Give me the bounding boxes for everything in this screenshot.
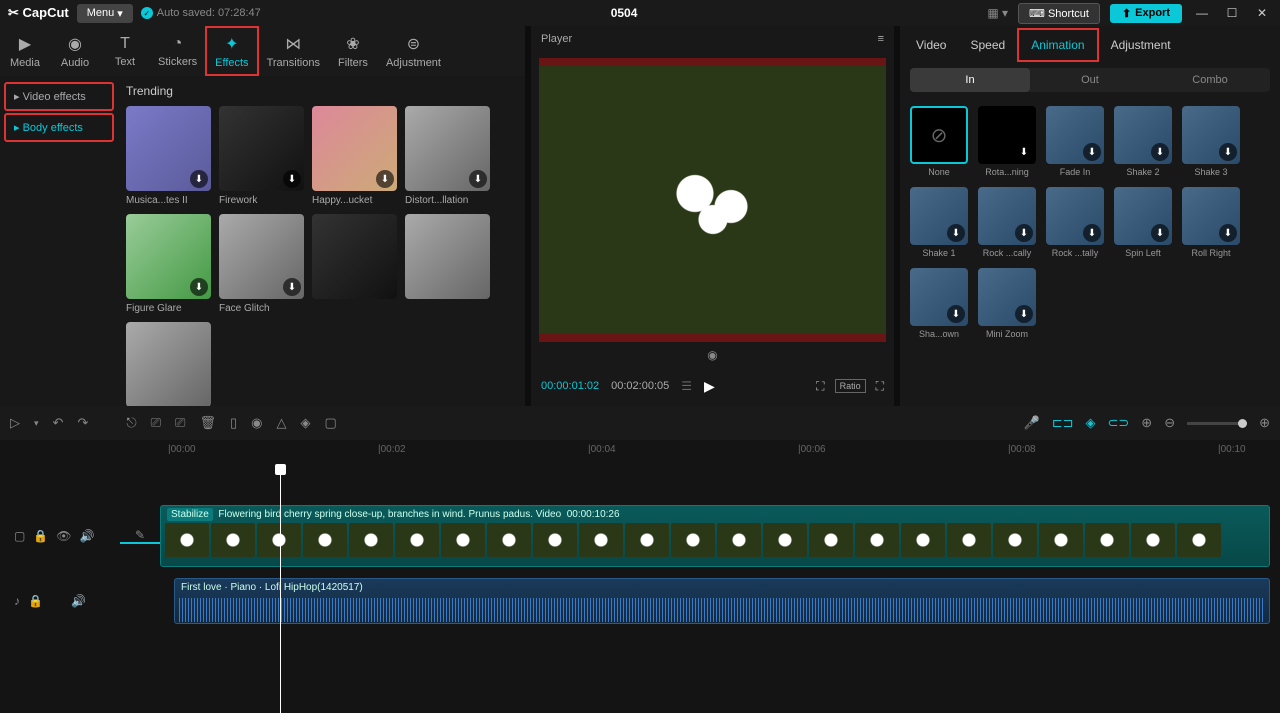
audio-clip[interactable]: First love · Piano · Lofi HipHop(1420517…: [174, 578, 1270, 624]
track-lock-icon[interactable]: 🔒: [33, 529, 48, 543]
anim-item[interactable]: ⬇Rock ...tally: [1046, 187, 1104, 258]
anim-item[interactable]: ⬇Fade In: [1046, 106, 1104, 177]
tab-filters[interactable]: ❀Filters: [328, 26, 378, 76]
track-audio-icon[interactable]: ♪: [14, 594, 20, 608]
anim-item[interactable]: ⬇Sha...own: [910, 268, 968, 339]
close-button[interactable]: ✕: [1252, 6, 1272, 20]
anim-item[interactable]: ⬇Roll Right: [1182, 187, 1240, 258]
scale-icon[interactable]: ⛶: [816, 379, 824, 394]
anim-item[interactable]: ⬇Mini Zoom: [978, 268, 1036, 339]
minimize-button[interactable]: —: [1192, 6, 1212, 20]
anim-item[interactable]: ⬇Rota...ning: [978, 106, 1036, 177]
anim-item[interactable]: ⬇Rock ...cally: [978, 187, 1036, 258]
tool-button[interactable]: ▯: [230, 415, 237, 431]
export-button[interactable]: ⬆ Export: [1110, 4, 1182, 23]
effect-item[interactable]: [312, 214, 397, 314]
duration: 00:02:00:05: [611, 380, 669, 392]
select-tool[interactable]: ▷: [10, 415, 20, 431]
subtab-out[interactable]: Out: [1030, 68, 1150, 92]
zoom-in-button[interactable]: ⊕: [1259, 415, 1270, 431]
subtab-in[interactable]: In: [910, 68, 1030, 92]
track-mute-icon[interactable]: 🔊: [80, 529, 95, 543]
app-logo: ✂ CapCut: [8, 5, 69, 21]
shortcut-button[interactable]: ⌨ Shortcut: [1018, 3, 1100, 24]
effect-item[interactable]: ⬇Musica...tes II: [126, 106, 211, 206]
video-clip[interactable]: Stabilize Flowering bird cherry spring c…: [160, 505, 1270, 567]
tab-stickers[interactable]: ◔Stickers: [150, 26, 205, 76]
download-icon[interactable]: ⬇: [283, 170, 301, 188]
track-mute-icon[interactable]: 🔊: [71, 594, 86, 608]
record-icon[interactable]: ◉: [707, 348, 717, 362]
autosave-status: ✓Auto saved: 07:28:47: [141, 7, 261, 19]
anim-item[interactable]: ⬇Shake 3: [1182, 106, 1240, 177]
effect-item[interactable]: [405, 214, 490, 314]
sidebar-body-effects[interactable]: ▸ Body effects: [4, 113, 114, 142]
delete-button[interactable]: 🗑: [199, 415, 216, 431]
tab-transitions[interactable]: ⋈Transitions: [259, 26, 328, 76]
zoom-slider[interactable]: [1187, 422, 1247, 425]
rtab-speed[interactable]: Speed: [958, 30, 1017, 60]
timeline-ruler[interactable]: |00:00 |00:02 |00:04 |00:06 |00:08 |00:1…: [0, 440, 1280, 464]
magnet-icon[interactable]: ◈: [1085, 415, 1095, 431]
mirror-button[interactable]: △: [276, 415, 286, 431]
effect-item[interactable]: ⬇Firework: [219, 106, 304, 206]
download-icon[interactable]: ⬇: [190, 278, 208, 296]
tab-text[interactable]: TText: [100, 26, 150, 76]
redo-button[interactable]: ↷: [77, 415, 88, 431]
section-trending: Trending: [126, 84, 517, 98]
tab-audio[interactable]: ◉Audio: [50, 26, 100, 76]
rtab-adjustment[interactable]: Adjustment: [1099, 30, 1183, 60]
subtab-combo[interactable]: Combo: [1150, 68, 1270, 92]
video-preview[interactable]: [539, 58, 886, 342]
project-title: 0504: [269, 6, 980, 20]
maximize-button[interactable]: ☐: [1222, 6, 1242, 20]
anim-item[interactable]: ⬇Shake 2: [1114, 106, 1172, 177]
download-icon[interactable]: ⬇: [376, 170, 394, 188]
anim-none[interactable]: ⊘None: [910, 106, 968, 177]
current-time: 00:00:01:02: [541, 380, 599, 392]
align-icon[interactable]: ⊕: [1141, 415, 1152, 431]
sidebar-video-effects[interactable]: ▸ Video effects: [4, 82, 114, 111]
anim-item[interactable]: ⬇Shake 1: [910, 187, 968, 258]
split-button[interactable]: ⎋: [126, 415, 136, 431]
trim-left-button[interactable]: ⎚: [151, 415, 161, 431]
play-button[interactable]: ▶: [704, 378, 715, 395]
download-icon[interactable]: ⬇: [469, 170, 487, 188]
effect-item[interactable]: ⬇Distort...llation: [405, 106, 490, 206]
tab-media[interactable]: ▶Media: [0, 26, 50, 76]
download-icon[interactable]: ⬇: [283, 278, 301, 296]
track-lock-icon[interactable]: 🔒: [28, 594, 43, 608]
tab-adjustment[interactable]: ⊜Adjustment: [378, 26, 449, 76]
player-menu-icon[interactable]: ≡: [878, 33, 884, 45]
playhead[interactable]: [280, 464, 281, 713]
link-icon[interactable]: ⊂⊃: [1107, 415, 1129, 431]
download-icon[interactable]: ⬇: [190, 170, 208, 188]
crop-button[interactable]: ▢: [324, 415, 336, 431]
effect-item[interactable]: ⬇Face Glitch: [219, 214, 304, 314]
trim-right-button[interactable]: ⎚: [175, 415, 185, 431]
tool-button[interactable]: ◉: [251, 415, 262, 431]
effect-item[interactable]: ⬇Figure Glare: [126, 214, 211, 314]
mic-icon[interactable]: 🎤: [1024, 415, 1040, 431]
track-edit-icon[interactable]: ✎: [120, 528, 160, 544]
fullscreen-icon[interactable]: ⛶: [876, 379, 884, 394]
effect-item[interactable]: [126, 322, 211, 406]
menu-button[interactable]: Menu ▾: [77, 4, 133, 23]
undo-button[interactable]: ↶: [53, 415, 64, 431]
tab-effects[interactable]: ✦Effects: [205, 26, 258, 76]
effect-item[interactable]: ⬇Happy...ucket: [312, 106, 397, 206]
rtab-animation[interactable]: Animation: [1017, 28, 1098, 62]
ratio-button[interactable]: Ratio: [835, 379, 866, 393]
anim-item[interactable]: ⬇Spin Left: [1114, 187, 1172, 258]
layout-icon[interactable]: ▦ ▾: [987, 6, 1008, 20]
rotate-button[interactable]: ◈: [300, 415, 310, 431]
magnet-on-icon[interactable]: ⊏⊐: [1052, 415, 1074, 431]
track-visible-icon[interactable]: 👁: [56, 529, 71, 543]
player-label: Player: [541, 33, 572, 45]
zoom-out-button[interactable]: ⊖: [1164, 415, 1175, 431]
rtab-video[interactable]: Video: [904, 30, 958, 60]
list-icon[interactable]: ☰: [681, 379, 692, 393]
track-cover-icon[interactable]: ▢: [14, 529, 25, 543]
